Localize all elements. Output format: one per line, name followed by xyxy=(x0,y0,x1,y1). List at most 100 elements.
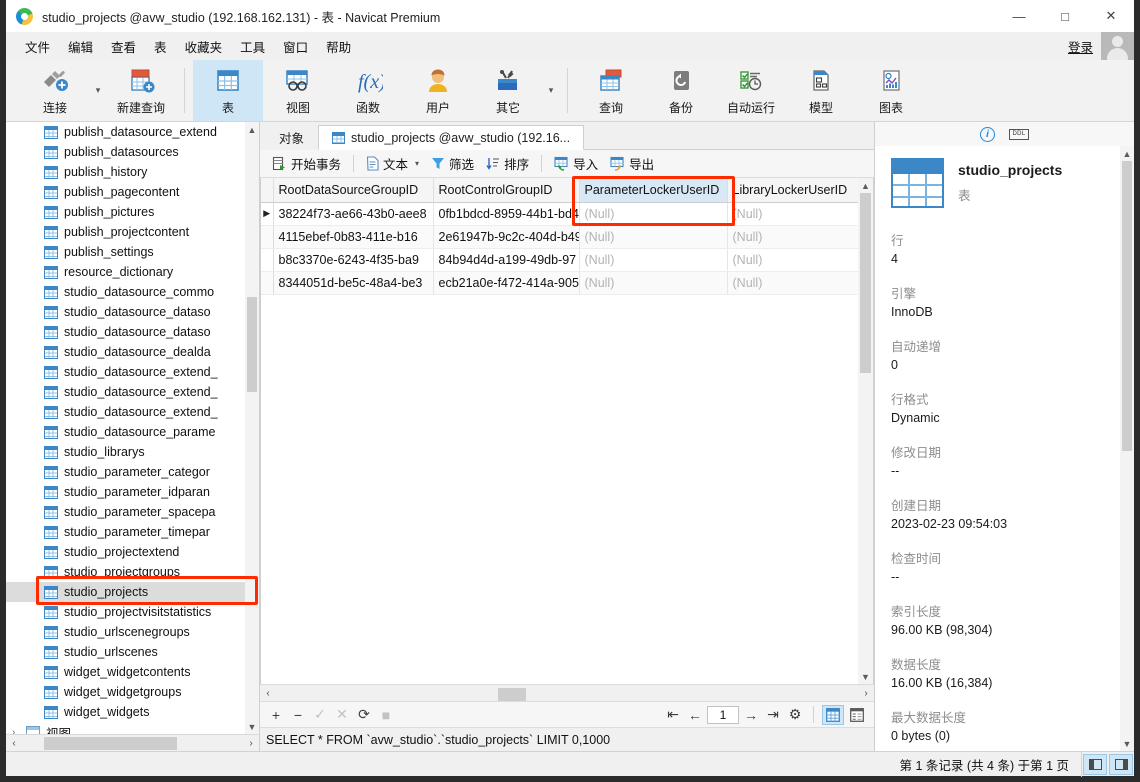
table-cell[interactable]: 2e61947b-9c2c-404d-b49 xyxy=(433,225,580,249)
tree-horizontal-scrollbar[interactable]: ‹ › xyxy=(6,734,259,751)
toolbar-table[interactable]: 表 xyxy=(193,60,263,121)
toolbar-new-query[interactable]: 新建查询 xyxy=(106,60,176,121)
table-cell[interactable]: 84b94d4d-a199-49db-97 xyxy=(433,248,580,272)
sidebar-item-widget_widgetcontents[interactable]: widget_widgetcontents xyxy=(6,662,245,682)
table-cell[interactable]: (Null) xyxy=(727,202,858,226)
table-cell[interactable]: b8c3370e-6243-4f35-ba9 xyxy=(273,248,434,272)
sidebar-item-studio_datasource_extend_[interactable]: studio_datasource_extend_ xyxy=(6,362,245,382)
info-scroll-down-icon[interactable]: ▼ xyxy=(1120,736,1134,751)
tree-scroll-thumb[interactable] xyxy=(247,297,257,392)
menu-view[interactable]: 查看 xyxy=(102,34,145,59)
chevron-right-icon[interactable]: › xyxy=(12,727,15,735)
prev-page-button[interactable]: ← xyxy=(685,705,705,725)
tab-objects[interactable]: 对象 xyxy=(265,125,319,150)
sidebar-item-studio_datasource_extend_[interactable]: studio_datasource_extend_ xyxy=(6,402,245,422)
left-panel-toggle-icon[interactable] xyxy=(1083,753,1107,775)
table-cell[interactable]: 8344051d-be5c-48a4-be3 xyxy=(273,271,434,295)
export-button[interactable]: 导出 xyxy=(604,152,660,175)
column-header-RootControlGroupID[interactable]: RootControlGroupID xyxy=(433,178,580,203)
toolbar-backup[interactable]: 备份 xyxy=(646,60,716,121)
refresh-button[interactable]: ⟳ xyxy=(354,705,374,725)
row-marker[interactable] xyxy=(261,271,274,295)
table-cell[interactable]: (Null) xyxy=(579,202,728,226)
menu-table[interactable]: 表 xyxy=(145,34,176,59)
column-header-ParameterLockerUserID[interactable]: ParameterLockerUserID xyxy=(579,178,728,203)
table-cell[interactable]: (Null) xyxy=(579,248,728,272)
table-cell[interactable]: ecb21a0e-f472-414a-9058 xyxy=(433,271,580,295)
sidebar-item-studio_datasource_extend_[interactable]: studio_datasource_extend_ xyxy=(6,382,245,402)
connection-dropdown-caret-icon[interactable]: ▾ xyxy=(90,60,106,121)
tree-vertical-scrollbar[interactable]: ▲ ▼ xyxy=(245,122,259,734)
right-panel-toggle-icon[interactable] xyxy=(1109,753,1133,775)
column-header-LibraryLockerUserID[interactable]: LibraryLockerUserID xyxy=(727,178,858,203)
menu-window[interactable]: 窗口 xyxy=(274,34,317,59)
stop-button[interactable]: ■ xyxy=(376,705,396,725)
grid-vertical-scrollbar[interactable]: ▲ ▼ xyxy=(858,178,873,684)
pagination-settings-button[interactable]: ⚙ xyxy=(785,705,805,725)
table-cell[interactable]: (Null) xyxy=(727,271,858,295)
sidebar-item-studio_datasource_dataso[interactable]: studio_datasource_dataso xyxy=(6,302,245,322)
sidebar-item-widget_widgetgroups[interactable]: widget_widgetgroups xyxy=(6,682,245,702)
form-view-toggle[interactable] xyxy=(846,705,868,725)
sidebar-item-studio_urlscenes[interactable]: studio_urlscenes xyxy=(6,642,245,662)
grid-hscroll-thumb[interactable] xyxy=(498,687,526,701)
text-button[interactable]: 文本 ▾ xyxy=(360,152,425,175)
toolbar-chart[interactable]: 图表 xyxy=(856,60,926,121)
info-scroll-thumb[interactable] xyxy=(1122,161,1132,451)
table-row[interactable]: b8c3370e-6243-4f35-ba9 84b94d4d-a199-49db… xyxy=(261,248,858,272)
sidebar-item-studio_librarys[interactable]: studio_librarys xyxy=(6,442,245,462)
sidebar-item-studio_projectvisitstatistics[interactable]: studio_projectvisitstatistics xyxy=(6,602,245,622)
sidebar-item-publish_pictures[interactable]: publish_pictures xyxy=(6,202,245,222)
sidebar-item-studio_parameter_timepar[interactable]: studio_parameter_timepar xyxy=(6,522,245,542)
sidebar-item-widget_widgets[interactable]: widget_widgets xyxy=(6,702,245,722)
toolbar-function[interactable]: f(x) 函数 xyxy=(333,60,403,121)
sidebar-item-publish_datasource_extend[interactable]: publish_datasource_extend xyxy=(6,122,245,142)
add-record-button[interactable]: + xyxy=(266,705,286,725)
tree-hscroll-right-icon[interactable]: › xyxy=(243,738,259,749)
sidebar-item-studio_urlscenegroups[interactable]: studio_urlscenegroups xyxy=(6,622,245,642)
apply-changes-button[interactable]: ✓ xyxy=(310,705,330,725)
table-cell[interactable]: (Null) xyxy=(727,225,858,249)
sidebar-item-publish_pagecontent[interactable]: publish_pagecontent xyxy=(6,182,245,202)
login-link[interactable]: 登录 xyxy=(1068,37,1093,56)
grid-view-toggle[interactable] xyxy=(822,704,844,725)
table-cell[interactable]: (Null) xyxy=(579,225,728,249)
grid-hscroll-left-icon[interactable]: ‹ xyxy=(260,688,276,699)
sidebar-node-views[interactable]: › 视图 xyxy=(6,722,245,734)
page-number-input[interactable] xyxy=(707,705,739,724)
grid-horizontal-scrollbar[interactable]: ‹ › xyxy=(260,684,874,701)
sidebar-item-resource_dictionary[interactable]: resource_dictionary xyxy=(6,262,245,282)
import-button[interactable]: 导入 xyxy=(548,152,604,175)
table-cell[interactable]: 4115ebef-0b83-411e-b16 xyxy=(273,225,434,249)
sidebar-item-studio_projects[interactable]: studio_projects xyxy=(6,582,245,602)
row-marker[interactable] xyxy=(261,248,274,272)
tree-scroll-up-icon[interactable]: ▲ xyxy=(245,122,259,137)
tree-hscroll-track[interactable] xyxy=(22,735,243,751)
sidebar-item-studio_parameter_spacepa[interactable]: studio_parameter_spacepa xyxy=(6,502,245,522)
minimize-button[interactable]: — xyxy=(996,0,1042,32)
tab-studio-projects[interactable]: studio_projects @avw_studio (192.16... xyxy=(318,125,585,150)
sidebar-item-publish_datasources[interactable]: publish_datasources xyxy=(6,142,245,162)
sort-button[interactable]: 排序 xyxy=(480,152,535,175)
toolbar-user[interactable]: 用户 xyxy=(403,60,473,121)
row-marker[interactable]: ▶ xyxy=(261,202,274,226)
table-cell[interactable]: (Null) xyxy=(579,271,728,295)
sidebar-item-publish_history[interactable]: publish_history xyxy=(6,162,245,182)
tree-hscroll-thumb[interactable] xyxy=(44,736,177,750)
sidebar-item-studio_projectgroups[interactable]: studio_projectgroups xyxy=(6,562,245,582)
menu-file[interactable]: 文件 xyxy=(16,34,59,59)
last-page-button[interactable]: ⇥ xyxy=(763,705,783,725)
sidebar-item-studio_datasource_dataso[interactable]: studio_datasource_dataso xyxy=(6,322,245,342)
grid-scroll-up-icon[interactable]: ▲ xyxy=(858,178,873,193)
table-cell[interactable]: 0fb1bdcd-8959-44b1-bd4 xyxy=(433,202,580,226)
toolbar-view[interactable]: 视图 xyxy=(263,60,333,121)
info-icon[interactable]: i xyxy=(980,126,996,142)
table-cell[interactable]: 38224f73-ae66-43b0-aee8 xyxy=(273,202,434,226)
other-dropdown-caret-icon[interactable]: ▾ xyxy=(543,60,559,121)
toolbar-other[interactable]: 其它 xyxy=(473,60,543,121)
sidebar-item-studio_datasource_commo[interactable]: studio_datasource_commo xyxy=(6,282,245,302)
toolbar-automation[interactable]: 自动运行 xyxy=(716,60,786,121)
tree-hscroll-left-icon[interactable]: ‹ xyxy=(6,738,22,749)
sidebar-item-publish_projectcontent[interactable]: publish_projectcontent xyxy=(6,222,245,242)
next-page-button[interactable]: → xyxy=(741,705,761,725)
